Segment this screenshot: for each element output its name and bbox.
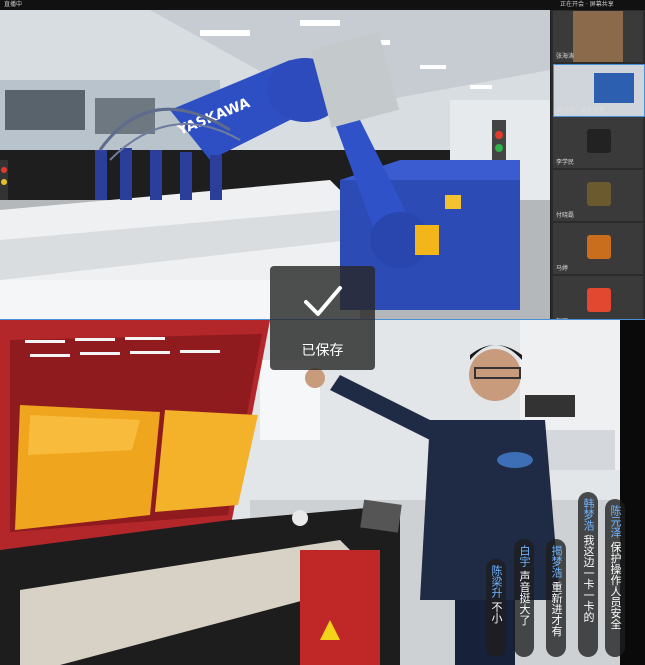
checkmark-icon	[304, 286, 342, 316]
comment-user: 韩梦浩	[582, 498, 595, 531]
robot-thumbnail	[594, 73, 634, 103]
live-comment: 韩梦浩 我这边一卡一卡的	[578, 492, 598, 657]
live-indicator: 直播中	[4, 1, 23, 8]
live-comment: 白宇 声音挺大了	[514, 539, 534, 657]
comment-user: 陈元泽	[609, 505, 622, 538]
participant-thumb[interactable]: 李学民	[553, 117, 643, 168]
comment-text: 保护操作人员安全	[609, 541, 622, 630]
comment-user: 揭梦浩	[550, 545, 563, 578]
participant-thumb[interactable]: 马婷	[553, 223, 643, 274]
live-comment: 陈梁升 不小	[486, 559, 506, 657]
live-comment: 揭梦浩 重新进才有	[546, 539, 566, 657]
comment-text: 我这边一卡一卡的	[582, 534, 595, 623]
participant-thumb-active[interactable]: 钱学辉 · 正在共享	[553, 64, 645, 117]
comment-text: 重新进才有	[550, 581, 563, 637]
comment-text: 声音挺大了	[518, 570, 531, 626]
comment-text: 不小	[490, 601, 503, 624]
camera-video-laser-cutter[interactable]: 陈元泽 保护操作人员安全 韩梦浩 我这边一卡一卡的 揭梦浩 重新进才有 白宇 声…	[0, 320, 645, 665]
comment-user: 陈梁升	[490, 565, 503, 598]
meeting-status: 正在开会 · 屏幕共享	[560, 1, 614, 8]
participant-thumb[interactable]: 张海涛	[553, 11, 643, 62]
avatar	[587, 235, 611, 259]
status-bar: 直播中 正在开会 · 屏幕共享	[0, 0, 645, 10]
participant-name: 付晓磊	[556, 212, 575, 219]
comment-user: 白宇	[518, 545, 531, 567]
participant-name: 张海涛	[556, 53, 575, 60]
participant-name: 马婷	[556, 265, 569, 272]
participant-name: 李学民	[556, 159, 575, 166]
avatar	[587, 288, 611, 312]
live-comment: 陈元泽 保护操作人员安全	[605, 499, 625, 657]
participant-thumbnails: 张海涛 钱学辉 · 正在共享 李学民 付晓磊 马婷 赵丽	[551, 10, 645, 327]
saved-toast: 已保存	[270, 266, 375, 370]
toast-text: 已保存	[301, 343, 344, 359]
participant-video	[573, 11, 623, 62]
participant-thumb[interactable]: 付晓磊	[553, 170, 643, 221]
avatar	[587, 182, 611, 206]
participant-name: 钱学辉 · 正在共享	[557, 107, 605, 114]
avatar	[587, 129, 611, 153]
